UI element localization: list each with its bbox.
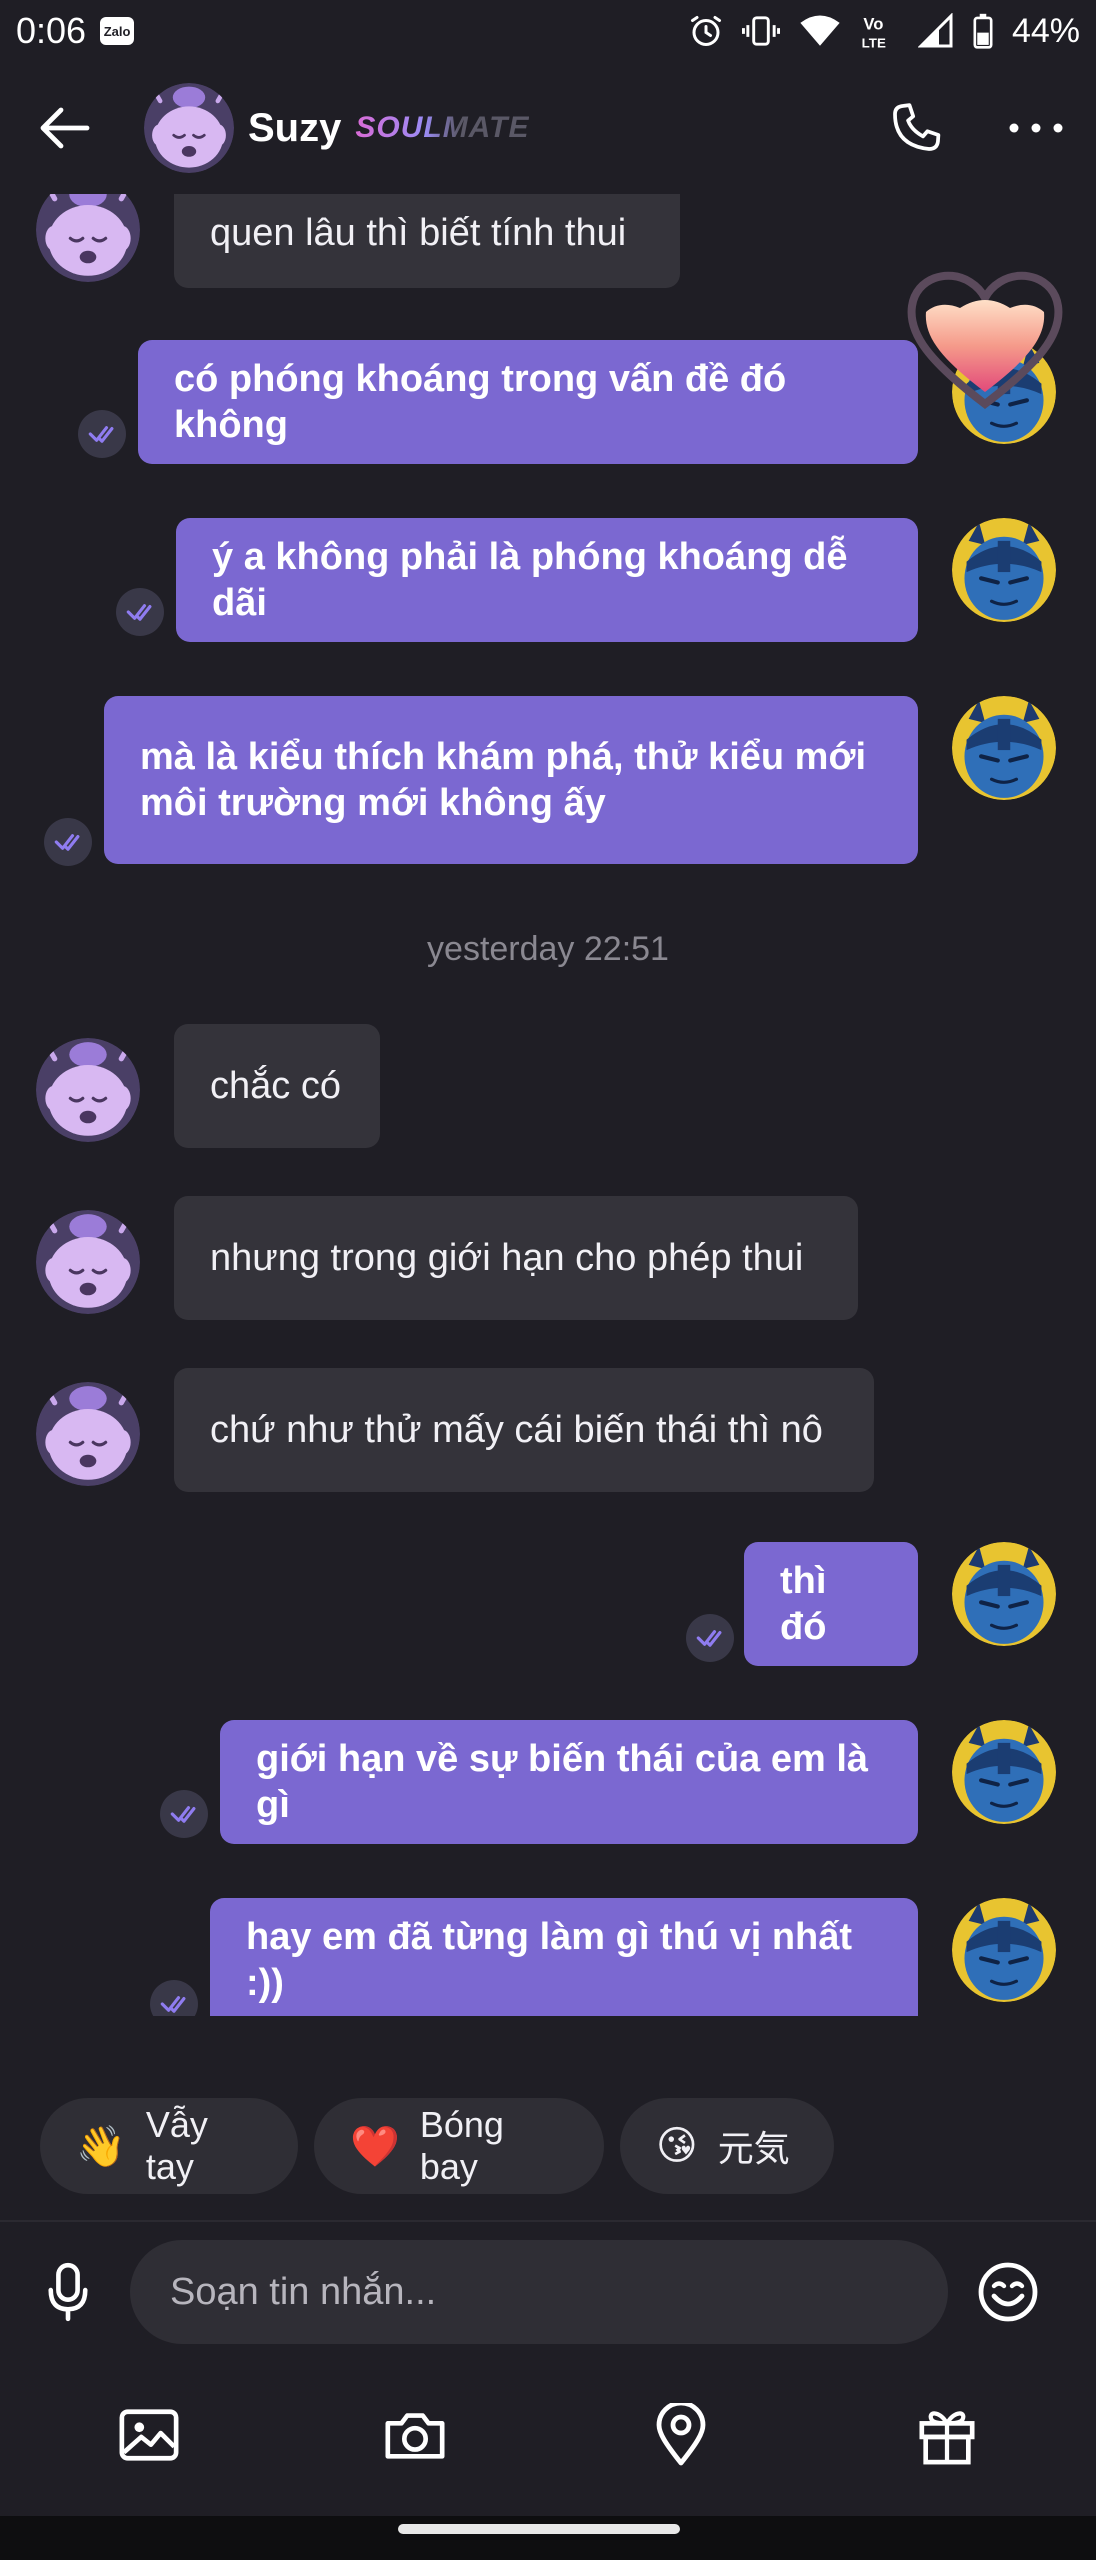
home-indicator[interactable]: [398, 2524, 680, 2534]
message-text: chứ như thử mấy cái biến thái thì nô: [210, 1409, 823, 1451]
message-text: có phóng khoáng trong vấn đề đó không: [174, 358, 787, 446]
header-actions: [876, 88, 1076, 168]
timestamp-divider: yesterday 22:51: [427, 930, 669, 968]
sender-avatar[interactable]: [36, 1210, 140, 1314]
message-text: nhưng trong giới hạn cho phép thui: [210, 1237, 804, 1279]
emoji-picker-button[interactable]: [968, 2252, 1048, 2332]
vibrate-icon: [741, 16, 780, 46]
message-bubble-outgoing[interactable]: hay em đã từng làm gì thú vị nhất :)): [210, 1898, 918, 2016]
battery-percent: 44%: [1011, 11, 1080, 50]
contact-name[interactable]: Suzy: [248, 106, 341, 151]
more-options-button[interactable]: [996, 88, 1076, 168]
message-text: quen lâu thì biết tính thui: [210, 212, 627, 254]
sender-avatar[interactable]: [36, 1382, 140, 1486]
gift-icon: [919, 2411, 975, 2465]
message-text: giới hạn về sự biến thái của em là gì: [256, 1738, 869, 1826]
message-bubble-outgoing[interactable]: thì đó: [744, 1542, 918, 1666]
more-dots-icon: [1009, 123, 1063, 133]
read-receipt: [116, 588, 164, 636]
message-bubble-outgoing[interactable]: ý a không phải là phóng khoáng dễ dãi: [176, 518, 918, 642]
double-check-icon: [122, 594, 158, 630]
my-avatar[interactable]: [952, 1542, 1056, 1646]
chat-header: Suzy SOULMATE: [0, 62, 1096, 194]
message-bubble-incoming[interactable]: chứ như thử mấy cái biến thái thì nô: [174, 1368, 874, 1492]
wifi-icon: [800, 15, 840, 46]
voice-message-button[interactable]: [28, 2252, 108, 2332]
message-list[interactable]: quen lâu thì biết tính thui có phóng kho…: [0, 194, 1096, 2016]
double-check-icon: [166, 1796, 202, 1832]
quick-reply-label: Vẫy tay: [145, 2104, 208, 2187]
message-bubble-incoming[interactable]: chắc có: [174, 1024, 380, 1148]
phone-icon: [893, 103, 941, 151]
gift-button[interactable]: [902, 2390, 992, 2480]
location-pin-icon: [656, 2403, 706, 2466]
svg-text:Vo: Vo: [863, 14, 883, 33]
read-receipt: [686, 1614, 734, 1662]
heart-icon: ❤️: [350, 2124, 400, 2169]
message-text: hay em đã từng làm gì thú vị nhất :)): [246, 1916, 853, 2004]
system-nav-bar: [0, 2516, 1096, 2560]
zalo-notification-icon: Zalo: [100, 17, 135, 45]
waving-hand-icon: 👋: [76, 2124, 126, 2169]
my-avatar[interactable]: [952, 518, 1056, 622]
status-left: 0:06 Zalo: [16, 10, 135, 52]
message-input[interactable]: [130, 2240, 948, 2344]
message-text: thì đó: [780, 1560, 827, 1648]
camera-icon: [385, 2413, 445, 2459]
my-avatar[interactable]: [952, 1898, 1056, 2002]
sender-avatar[interactable]: [36, 194, 140, 282]
quick-reply-label: 元気: [717, 2128, 790, 2169]
divider: [0, 2220, 1096, 2222]
double-check-icon: [156, 1986, 192, 2016]
message-bubble-outgoing[interactable]: giới hạn về sự biến thái của em là gì: [220, 1720, 918, 1844]
camera-button[interactable]: [370, 2390, 460, 2480]
image-icon: [119, 2409, 179, 2461]
my-avatar[interactable]: [952, 696, 1056, 800]
message-text: ý a không phải là phóng khoáng dễ dãi: [212, 536, 848, 624]
contact-avatar[interactable]: [144, 83, 234, 173]
my-avatar[interactable]: [952, 1720, 1056, 1824]
read-receipt: [44, 818, 92, 866]
read-receipt: [150, 1980, 198, 2016]
alarm-icon: [690, 16, 721, 46]
microphone-icon: [48, 2262, 88, 2322]
sender-avatar[interactable]: [36, 1038, 140, 1142]
svg-text:LTE: LTE: [862, 36, 886, 51]
status-bar: 0:06 Zalo Vo LTE 44%: [0, 0, 1096, 62]
message-bubble-incoming[interactable]: nhưng trong giới hạn cho phép thui: [174, 1196, 858, 1320]
message-bubble-incoming[interactable]: quen lâu thì biết tính thui: [174, 194, 680, 288]
volte-icon: Vo LTE: [862, 14, 886, 51]
message-text-line-2: môi trường mới không ấy: [140, 782, 606, 824]
kiss-face-icon: 😘: [656, 2124, 698, 2168]
double-check-icon: [50, 824, 86, 860]
status-time: 0:06: [16, 10, 87, 51]
call-button[interactable]: [876, 88, 956, 168]
quick-reply-label: Bóng bay: [419, 2104, 504, 2187]
message-bubble-outgoing[interactable]: mà là kiểu thích khám phá, thử kiểu mới …: [104, 696, 918, 864]
gallery-button[interactable]: [104, 2390, 194, 2480]
signal-icon: [917, 13, 953, 48]
read-receipt: [160, 1790, 208, 1838]
attachment-toolbar: [0, 2380, 1096, 2490]
quick-reply-bar: 👋 Vẫy tay ❤️ Bóng bay 😘 元気: [0, 2098, 1096, 2198]
double-check-icon: [692, 1620, 728, 1656]
quick-reply-wave[interactable]: 👋 Vẫy tay: [40, 2098, 298, 2194]
message-bubble-outgoing[interactable]: có phóng khoáng trong vấn đề đó không: [138, 340, 918, 464]
message-text: chắc có: [210, 1065, 341, 1107]
read-receipt: [78, 410, 126, 458]
smiley-icon: [978, 2262, 1038, 2322]
back-button[interactable]: [20, 83, 110, 173]
heart-badge-icon: [907, 271, 1063, 410]
arrow-left-icon: [40, 107, 90, 149]
double-check-icon: [84, 416, 120, 452]
soulmate-badge: SOULMATE: [355, 111, 530, 144]
message-text-line-1: mà là kiểu thích khám phá, thử kiểu mới: [140, 736, 867, 778]
location-button[interactable]: [636, 2390, 726, 2480]
status-right: Vo LTE 44%: [688, 11, 1080, 51]
battery-icon: [973, 13, 993, 49]
quick-reply-genki[interactable]: 😘 元気: [620, 2098, 834, 2194]
quick-reply-balloon[interactable]: ❤️ Bóng bay: [314, 2098, 604, 2194]
message-composer: [0, 2240, 1096, 2344]
